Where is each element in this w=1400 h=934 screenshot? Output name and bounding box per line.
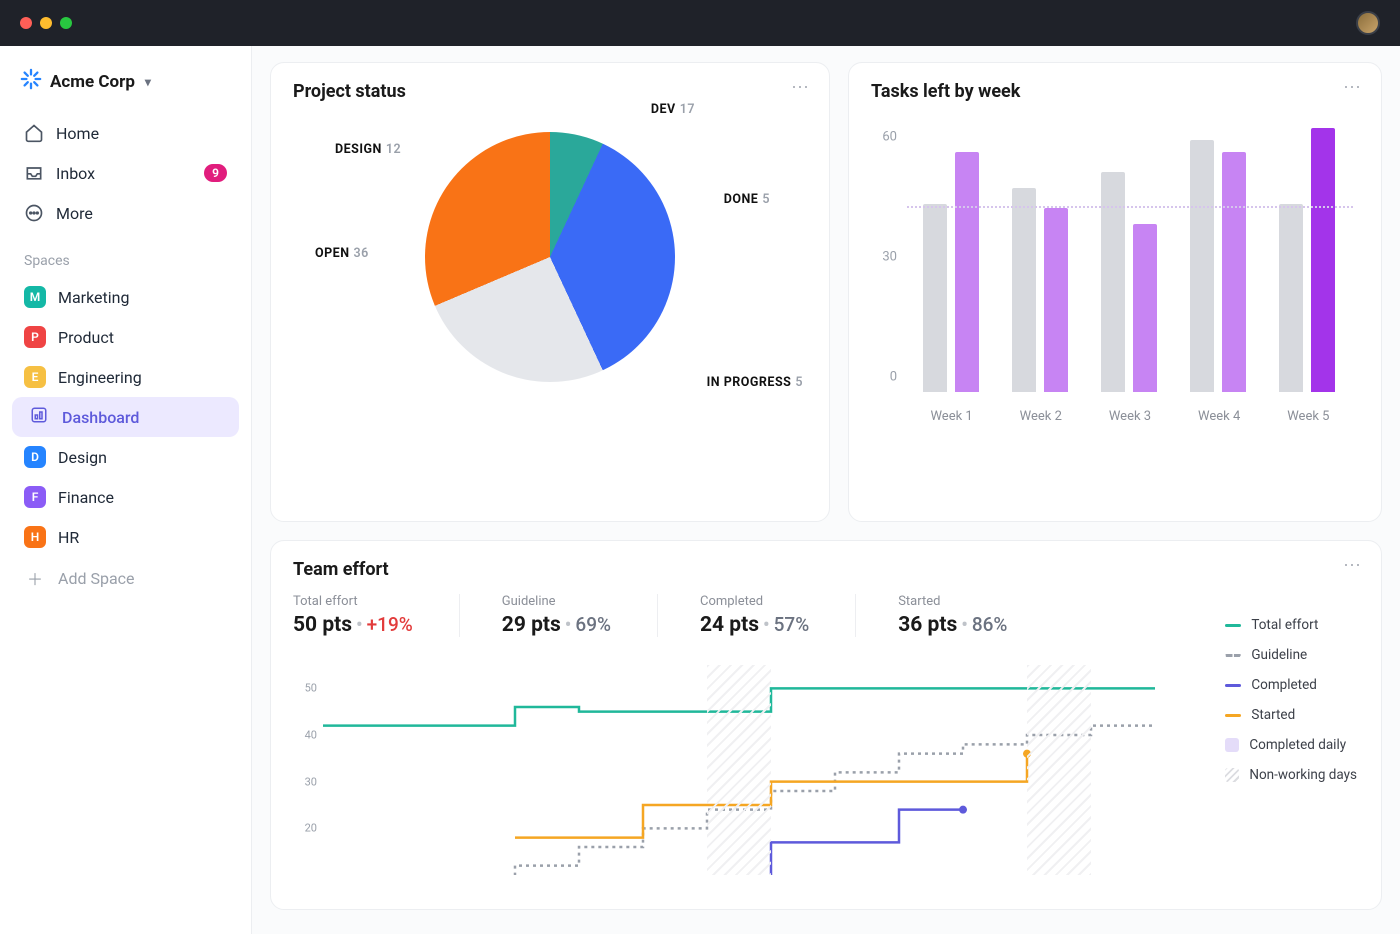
team-metrics: Total effort 50 pts • +19% Guideline 29 … [293,594,1359,637]
sidebar-space-hr[interactable]: H HR [12,517,239,557]
space-badge-icon: D [24,446,46,468]
sidebar-space-marketing[interactable]: M Marketing [12,277,239,317]
pie-label-design: DESIGN12 [335,142,401,157]
main-content: Project status ⋯ DEV17 DONE5 IN PROGRESS… [252,46,1400,934]
nav-label: More [56,204,93,223]
space-badge-icon: F [24,486,46,508]
spaces-section-label: Spaces [12,233,239,277]
sidebar-space-finance[interactable]: F Finance [12,477,239,517]
sidebar-space-product[interactable]: P Product [12,317,239,357]
plus-icon: ＋ [24,567,46,589]
nav-label: Inbox [56,164,95,183]
inbox-badge: 9 [204,164,227,182]
card-menu-button[interactable]: ⋯ [1343,555,1363,576]
maximize-window-icon[interactable] [60,17,72,29]
workspace-name: Acme Corp [50,72,135,92]
close-window-icon[interactable] [20,17,32,29]
space-badge-icon: H [24,526,46,548]
nav-inbox[interactable]: Inbox 9 [12,153,239,193]
home-icon [24,123,44,143]
more-icon [24,203,44,223]
space-label: HR [58,528,79,547]
tasks-by-week-card: Tasks left by week ⋯ 03060 Week 1Week 2W… [848,62,1382,522]
pie-label-done: DONE5 [724,192,770,207]
card-title: Team effort [293,559,1359,580]
nav-label: Home [56,124,99,143]
chevron-down-icon: ▾ [145,75,151,89]
card-menu-button[interactable]: ⋯ [1343,77,1363,98]
nav-home[interactable]: Home [12,113,239,153]
dashboard-icon [30,406,48,428]
metric-total-effort: Total effort 50 pts • +19% [293,594,460,637]
nav-more[interactable]: More [12,193,239,233]
sidebar-dashboard[interactable]: Dashboard [12,397,239,437]
team-legend: Total effort Guideline Completed Started… [1225,617,1357,797]
window-titlebar [0,0,1400,46]
pie-chart: DEV17 DONE5 IN PROGRESS5 OPEN36 DESIGN12 [425,132,675,382]
card-title: Tasks left by week [871,81,1359,102]
space-label: Engineering [58,368,142,387]
space-badge-icon: M [24,286,46,308]
inbox-icon [24,163,44,183]
space-label: Product [58,328,114,347]
sidebar-space-design[interactable]: D Design [12,437,239,477]
project-status-card: Project status ⋯ DEV17 DONE5 IN PROGRESS… [270,62,830,522]
pie-label-in-progress: IN PROGRESS5 [707,375,803,390]
dashboard-label: Dashboard [62,408,139,427]
add-space-label: Add Space [58,569,135,588]
user-avatar[interactable] [1356,11,1380,35]
workspace-switcher[interactable]: Acme Corp ▾ [12,64,239,113]
pie-label-dev: DEV17 [651,102,695,117]
minimize-window-icon[interactable] [40,17,52,29]
metric-completed: Completed 24 pts • 57% [700,594,856,637]
window-controls[interactable] [20,17,72,29]
sidebar-space-engineering[interactable]: E Engineering [12,357,239,397]
sidebar: Acme Corp ▾ Home Inbox 9 More Spaces M Ma… [0,46,252,934]
card-menu-button[interactable]: ⋯ [791,77,811,98]
pie-label-open: OPEN36 [315,246,369,261]
space-label: Marketing [58,288,129,307]
card-title: Project status [293,81,807,102]
metric-guideline: Guideline 29 pts • 69% [502,594,658,637]
line-chart: 20304050 [293,665,1155,875]
logo-icon [20,68,42,95]
bar-chart: 03060 Week 1Week 2Week 3Week 4Week 5 [871,112,1359,432]
metric-started: Started 36 pts • 86% [898,594,1053,637]
space-label: Finance [58,488,114,507]
space-badge-icon: P [24,326,46,348]
space-badge-icon: E [24,366,46,388]
space-label: Design [58,448,107,467]
add-space-button[interactable]: ＋ Add Space [12,557,239,599]
team-effort-card: Team effort ⋯ Total effort 50 pts • +19%… [270,540,1382,910]
